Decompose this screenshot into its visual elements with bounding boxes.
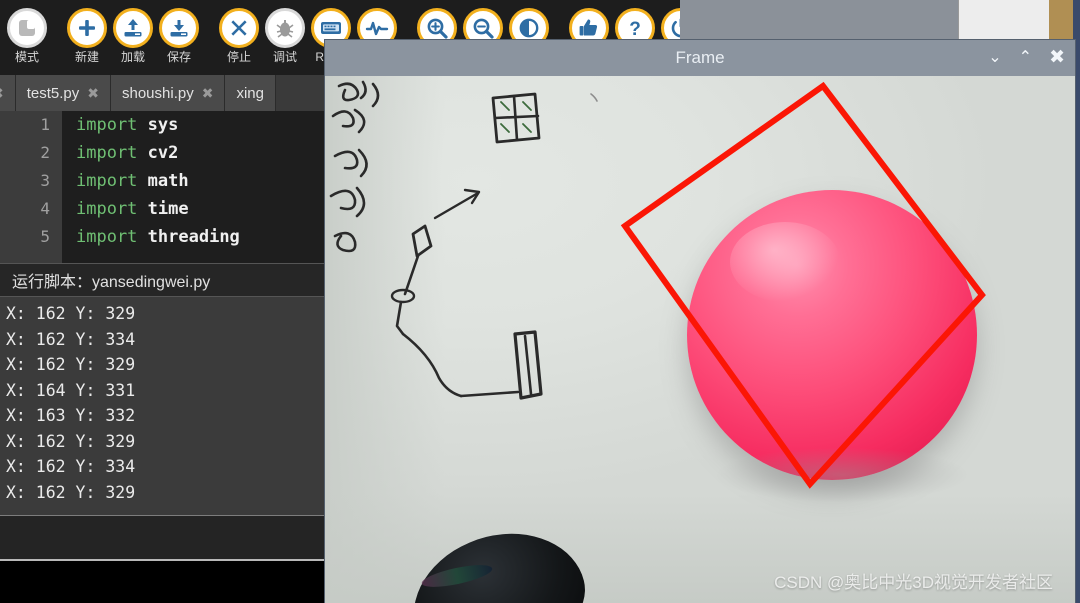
svg-text:?: ? — [629, 19, 641, 40]
csdn-watermark: CSDN @奥比中光3D视觉开发者社区 — [774, 573, 1053, 592]
screen: 模式新建加载保存停止调试REPL? ✖test5.py✖shoushi.py✖x… — [0, 0, 1080, 603]
tab-close-icon[interactable]: ✖ — [202, 85, 214, 102]
code-keyword: import — [76, 227, 138, 247]
terminal-prompt-line: berrypi:~/Downloads — [0, 561, 325, 603]
run-script-text: 运行脚本：yansedingwei.py — [12, 274, 211, 291]
toolbar-button-stop-x[interactable]: 停止 — [216, 0, 262, 64]
tab-close-icon[interactable]: ✖ — [87, 85, 99, 102]
code-line: 2 import cv2 — [0, 139, 325, 167]
editor-tab-shoushi-py[interactable]: shoushi.py ✖ — [111, 75, 226, 111]
code-module-name: sys — [147, 115, 179, 135]
toolbar-button-mode[interactable]: 模式 — [4, 0, 50, 64]
code-keyword: import — [76, 171, 138, 191]
run-script-banner: 运行脚本：yansedingwei.py — [0, 263, 325, 297]
code-text: import math — [62, 167, 189, 195]
line-number: 5 — [40, 227, 50, 246]
toolbar-button-plus[interactable]: 新建 — [64, 0, 110, 64]
code-text: import time — [62, 195, 189, 223]
line-number: 1 — [40, 115, 50, 134]
code-module-name: time — [147, 199, 189, 219]
toolbar-button-download[interactable]: 保存 — [156, 0, 202, 64]
code-keyword: import — [76, 115, 138, 135]
shell-output-panel[interactable]: X: 162 Y: 329 X: 162 Y: 334 X: 162 Y: 329 X… — [0, 297, 325, 515]
close-icon[interactable]: ✖ — [1049, 48, 1065, 67]
code-text: import sys — [62, 111, 178, 139]
editor-tab-test5-py[interactable]: test5.py ✖ — [15, 75, 111, 111]
tab-close-icon[interactable]: ✖ — [0, 85, 4, 102]
code-lines: 1 import sys 2 import cv2 3 import math 4 impor… — [0, 111, 325, 251]
editor-tab-label: test5.py — [26, 84, 80, 102]
toolbar-group: 新建 加载 保存 — [64, 0, 202, 64]
mode-icon — [7, 8, 47, 48]
console-output-line: X: 163 Y: 332 — [6, 406, 136, 425]
code-keyword: import — [76, 199, 138, 219]
code-line: 5 import threading — [0, 223, 325, 251]
console-output-line: X: 162 Y: 334 — [6, 329, 136, 349]
toolbar-button-upload[interactable]: 加载 — [110, 0, 156, 64]
console-output-line: X: 162 Y: 329 — [6, 431, 136, 451]
editor-tab-xing[interactable]: xing — [225, 75, 276, 111]
code-editor[interactable]: 1 import sys 2 import cv2 3 import math 4 impor… — [0, 111, 325, 263]
code-text: import cv2 — [62, 139, 178, 167]
code-text: import threading — [62, 223, 240, 251]
line-number: 2 — [40, 143, 50, 162]
toolbar-button-label: 新建 — [74, 50, 99, 64]
editor-tab-label: shoushi.py — [122, 84, 194, 102]
code-line: 4 import time — [0, 195, 325, 223]
toolbar-button-label: 加载 — [120, 50, 145, 64]
console-output-line: X: 162 Y: 329 — [6, 304, 136, 323]
console-output-line: X: 164 Y: 331 — [6, 380, 136, 400]
code-module-name: cv2 — [147, 143, 179, 163]
line-number: 4 — [40, 199, 50, 218]
camera-frame-image: CSDN @奥比中光3D视觉开发者社区 — [325, 76, 1075, 603]
console-output-line: X: 162 Y: 329 — [6, 355, 136, 374]
frame-title-bar[interactable]: Frame ⌄ ⌃ ✖ — [325, 40, 1075, 76]
frame-window: Frame ⌄ ⌃ ✖ CSDN @奥比中光3D视觉开发者社区 — [325, 40, 1075, 603]
minimize-icon[interactable]: ⌄ — [988, 50, 1001, 66]
toolbar-button-label: 停止 — [226, 50, 251, 64]
toolbar-button-label: 调试 — [272, 50, 297, 64]
toolbar-button-label: 保存 — [166, 50, 191, 64]
stop-x-icon — [219, 8, 259, 48]
code-line: 1 import sys — [0, 111, 325, 139]
maximize-icon[interactable]: ⌃ — [1019, 50, 1032, 66]
terminal-panel[interactable]: berrypi:~/Downloads — [0, 559, 325, 603]
editor-tab-partial[interactable]: ✖ — [0, 75, 16, 111]
plus-icon — [67, 8, 107, 48]
code-line: 3 import math — [0, 167, 325, 195]
code-module-name: math — [147, 171, 189, 191]
toolbar-group: 模式 — [4, 0, 50, 64]
code-module-name: threading — [147, 227, 240, 247]
background-window-panel — [958, 0, 1055, 44]
console-output-line: X: 162 Y: 334 — [6, 457, 136, 476]
line-number: 3 — [40, 171, 50, 190]
detection-bounding-box — [620, 81, 986, 489]
toolbar-button-bug[interactable]: 调试 — [262, 0, 308, 64]
console-output-line: X: 162 Y: 329 — [6, 482, 136, 502]
editor-tab-label: xing — [236, 84, 264, 102]
frame-window-controls: ⌄ ⌃ ✖ — [988, 40, 1065, 76]
upload-icon — [113, 8, 153, 48]
toolbar-button-label: 模式 — [14, 50, 39, 64]
frame-window-title: Frame — [675, 48, 725, 67]
bug-icon — [265, 8, 305, 48]
shell-bottom-panel — [0, 515, 325, 560]
code-keyword: import — [76, 143, 138, 163]
download-icon — [159, 8, 199, 48]
background-tan-strip — [1049, 0, 1073, 44]
